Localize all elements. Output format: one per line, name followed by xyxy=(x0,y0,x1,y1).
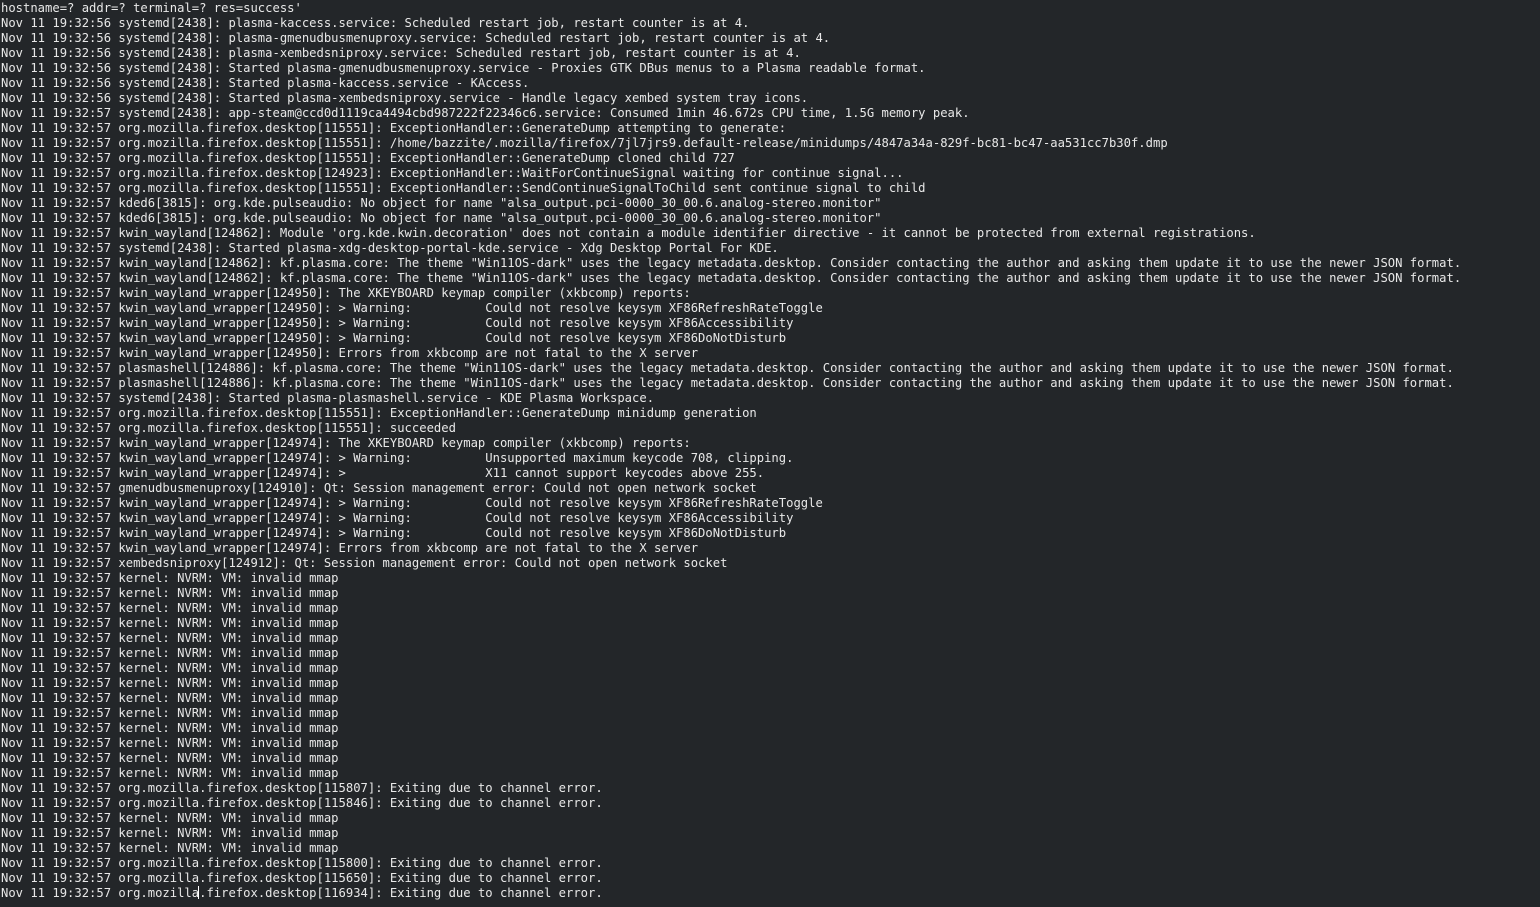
log-line: Nov 11 19:32:57 org.mozilla.firefox.desk… xyxy=(1,166,904,180)
log-line: Nov 11 19:32:57 gmenudbusmenuproxy[12491… xyxy=(1,481,757,495)
log-line: Nov 11 19:32:57 kwin_wayland_wrapper[124… xyxy=(1,451,794,465)
log-line: Nov 11 19:32:57 kwin_wayland_wrapper[124… xyxy=(1,316,794,330)
log-line: Nov 11 19:32:57 org.mozilla.firefox.desk… xyxy=(1,856,603,870)
log-line: Nov 11 19:32:57 kernel: NVRM: VM: invali… xyxy=(1,661,339,675)
log-line: Nov 11 19:32:57 kwin_wayland[124862]: Mo… xyxy=(1,226,1256,240)
log-line: Nov 11 19:32:57 plasmashell[124886]: kf.… xyxy=(1,361,1454,375)
log-line: Nov 11 19:32:57 kernel: NVRM: VM: invali… xyxy=(1,646,339,660)
log-line: Nov 11 19:32:57 kernel: NVRM: VM: invali… xyxy=(1,601,339,615)
log-line: Nov 11 19:32:57 kernel: NVRM: VM: invali… xyxy=(1,721,339,735)
log-line: Nov 11 19:32:56 systemd[2438]: plasma-xe… xyxy=(1,46,801,60)
log-line: Nov 11 19:32:57 kernel: NVRM: VM: invali… xyxy=(1,766,339,780)
log-output: hostname=? addr=? terminal=? res=success… xyxy=(1,1,1540,901)
log-line: hostname=? addr=? terminal=? res=success… xyxy=(1,1,302,15)
log-line: Nov 11 19:32:57 kernel: NVRM: VM: invali… xyxy=(1,736,339,750)
log-line: Nov 11 19:32:57 kernel: NVRM: VM: invali… xyxy=(1,676,339,690)
log-line: Nov 11 19:32:57 kwin_wayland[124862]: kf… xyxy=(1,271,1462,285)
log-line: Nov 11 19:32:57 systemd[2438]: Started p… xyxy=(1,391,655,405)
log-line: Nov 11 19:32:57 kwin_wayland_wrapper[124… xyxy=(1,436,691,450)
log-line: Nov 11 19:32:57 org.mozilla.firefox.desk… xyxy=(1,871,603,885)
log-line: Nov 11 19:32:57 plasmashell[124886]: kf.… xyxy=(1,376,1454,390)
log-line: Nov 11 19:32:57 kernel: NVRM: VM: invali… xyxy=(1,826,339,840)
log-line: Nov 11 19:32:56 systemd[2438]: plasma-gm… xyxy=(1,31,831,45)
log-line: Nov 11 19:32:57 kernel: NVRM: VM: invali… xyxy=(1,586,339,600)
log-line: Nov 11 19:32:57 kwin_wayland_wrapper[124… xyxy=(1,511,794,525)
log-line: Nov 11 19:32:57 kwin_wayland_wrapper[124… xyxy=(1,331,787,345)
log-line: Nov 11 19:32:57 org.mozilla.firefox.desk… xyxy=(1,406,757,420)
log-line: Nov 11 19:32:57 kernel: NVRM: VM: invali… xyxy=(1,706,339,720)
log-line: Nov 11 19:32:56 systemd[2438]: plasma-ka… xyxy=(1,16,750,30)
log-line: Nov 11 19:32:57 kwin_wayland_wrapper[124… xyxy=(1,466,765,480)
log-line: Nov 11 19:32:57 org.mozilla.firefox.desk… xyxy=(1,151,735,165)
log-line: Nov 11 19:32:57 org.mozilla.firefox.desk… xyxy=(1,121,787,135)
log-line: Nov 11 19:32:57 kwin_wayland_wrapper[124… xyxy=(1,496,823,510)
log-line: Nov 11 19:32:57 kernel: NVRM: VM: invali… xyxy=(1,616,339,630)
log-line: Nov 11 19:32:57 xembedsniproxy[124912]: … xyxy=(1,556,728,570)
log-line: Nov 11 19:32:57 kwin_wayland[124862]: kf… xyxy=(1,256,1462,270)
log-line: Nov 11 19:32:57 org.mozilla.firefox.desk… xyxy=(1,886,603,900)
log-line: Nov 11 19:32:57 kernel: NVRM: VM: invali… xyxy=(1,691,339,705)
log-line: Nov 11 19:32:57 kwin_wayland_wrapper[124… xyxy=(1,346,699,360)
log-line: Nov 11 19:32:56 systemd[2438]: Started p… xyxy=(1,91,809,105)
log-line: Nov 11 19:32:56 systemd[2438]: Started p… xyxy=(1,76,530,90)
log-line: Nov 11 19:32:57 kwin_wayland_wrapper[124… xyxy=(1,526,787,540)
log-line: Nov 11 19:32:57 org.mozilla.firefox.desk… xyxy=(1,136,1168,150)
log-line: Nov 11 19:32:57 systemd[2438]: app-steam… xyxy=(1,106,970,120)
log-line: Nov 11 19:32:57 kded6[3815]: org.kde.pul… xyxy=(1,196,882,210)
log-line: Nov 11 19:32:57 org.mozilla.firefox.desk… xyxy=(1,181,926,195)
log-line: Nov 11 19:32:57 kernel: NVRM: VM: invali… xyxy=(1,751,339,765)
log-line: Nov 11 19:32:57 kded6[3815]: org.kde.pul… xyxy=(1,211,882,225)
log-line: Nov 11 19:32:57 kernel: NVRM: VM: invali… xyxy=(1,571,339,585)
log-line: Nov 11 19:32:57 org.mozilla.firefox.desk… xyxy=(1,796,603,810)
log-line: Nov 11 19:32:56 systemd[2438]: Started p… xyxy=(1,61,926,75)
log-line: Nov 11 19:32:57 kwin_wayland_wrapper[124… xyxy=(1,286,691,300)
log-line: Nov 11 19:32:57 kernel: NVRM: VM: invali… xyxy=(1,841,339,855)
log-line: Nov 11 19:32:57 kwin_wayland_wrapper[124… xyxy=(1,301,823,315)
log-line: Nov 11 19:32:57 kwin_wayland_wrapper[124… xyxy=(1,541,699,555)
log-line: Nov 11 19:32:57 systemd[2438]: Started p… xyxy=(1,241,779,255)
log-line: Nov 11 19:32:57 kernel: NVRM: VM: invali… xyxy=(1,811,339,825)
log-line: Nov 11 19:32:57 org.mozilla.firefox.desk… xyxy=(1,421,456,435)
log-line: Nov 11 19:32:57 kernel: NVRM: VM: invali… xyxy=(1,631,339,645)
log-line: Nov 11 19:32:57 org.mozilla.firefox.desk… xyxy=(1,781,603,795)
terminal-window[interactable]: hostname=? addr=? terminal=? res=success… xyxy=(0,0,1540,907)
